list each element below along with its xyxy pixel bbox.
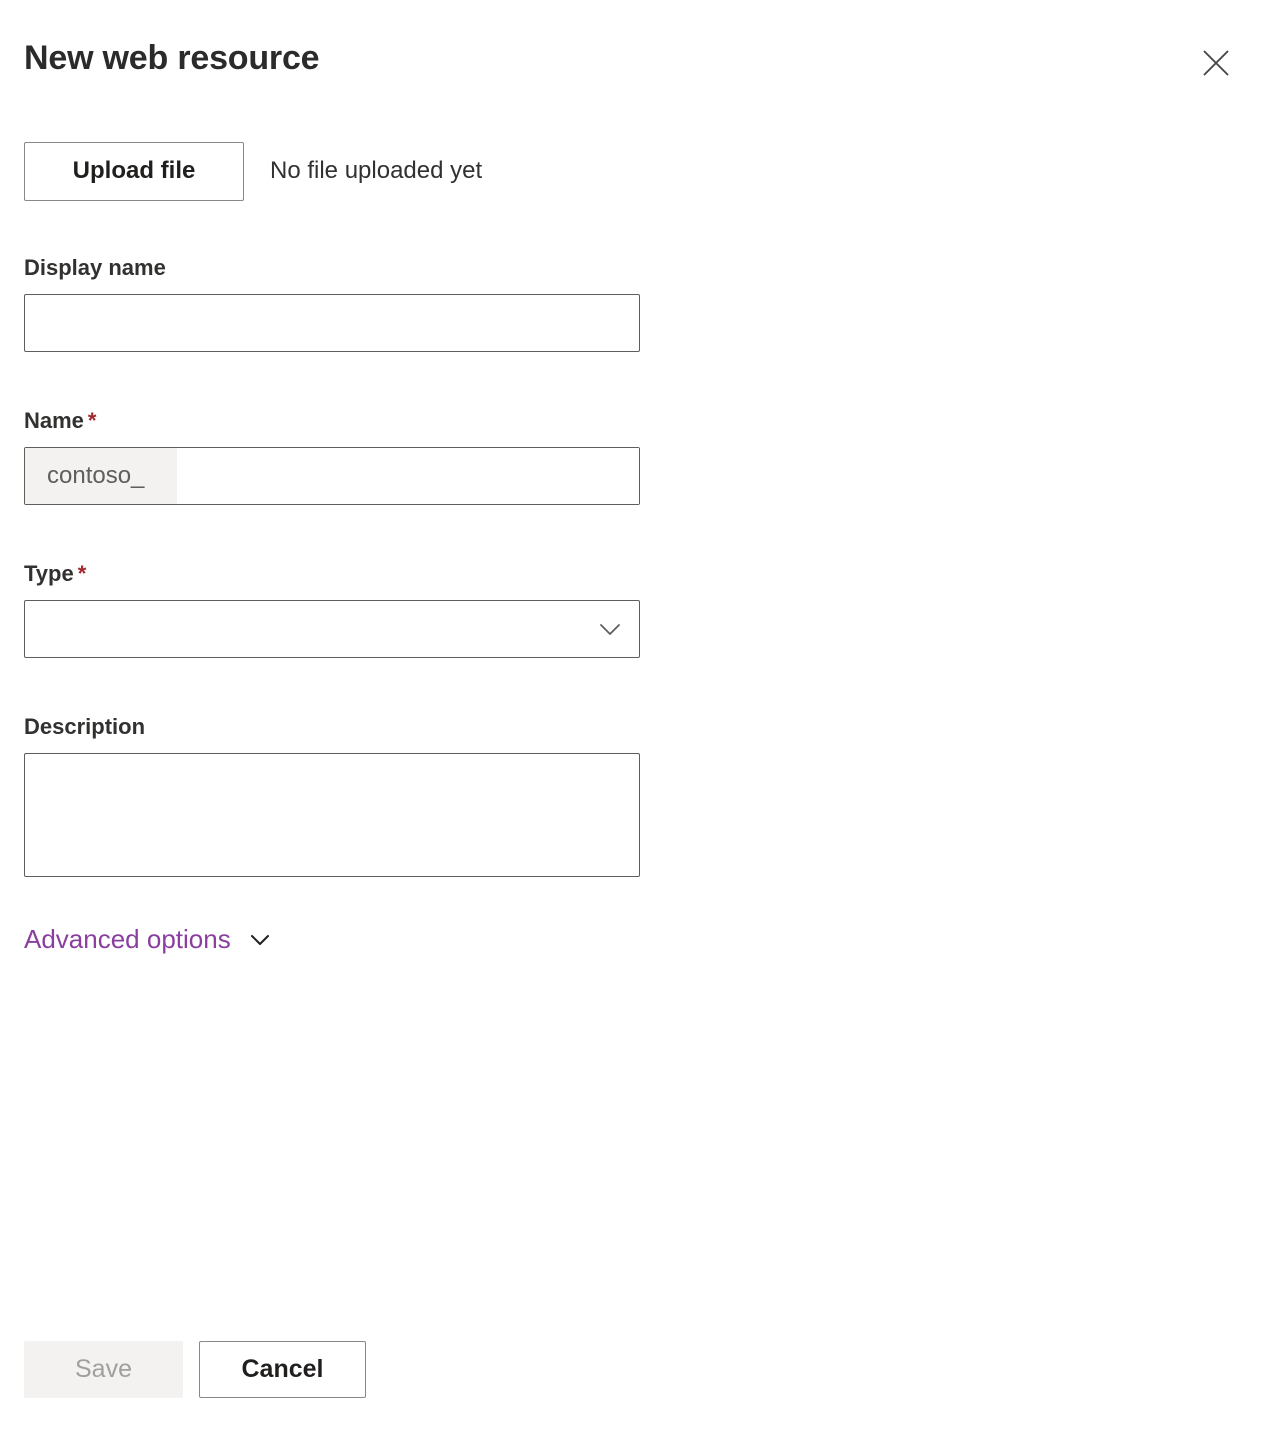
field-type: Type * xyxy=(24,560,640,658)
chevron-down-icon xyxy=(247,926,273,952)
upload-file-button[interactable]: Upload file xyxy=(24,141,244,201)
panel-header: New web resource xyxy=(0,0,1270,120)
field-name: Name * contoso_ xyxy=(24,407,640,505)
advanced-options-label: Advanced options xyxy=(24,924,231,954)
name-input-group: contoso_ xyxy=(24,447,640,505)
close-button[interactable] xyxy=(1192,39,1240,87)
upload-status-text: No file uploaded yet xyxy=(270,157,483,184)
page-title: New web resource xyxy=(24,39,320,77)
name-label: Name * xyxy=(24,407,640,435)
display-name-label: Display name xyxy=(24,255,166,280)
type-dropdown[interactable] xyxy=(24,600,640,658)
name-prefix-label: contoso_ xyxy=(25,448,177,504)
advanced-options-toggle[interactable]: Advanced options xyxy=(24,922,273,956)
display-name-input[interactable] xyxy=(24,294,640,352)
description-textarea[interactable] xyxy=(24,753,640,877)
close-icon xyxy=(1201,48,1231,78)
field-description: Description xyxy=(24,713,640,877)
name-required-asterisk: * xyxy=(87,408,97,433)
name-input[interactable] xyxy=(177,448,639,504)
save-button[interactable]: Save xyxy=(24,1341,183,1398)
footer-actions: Save Cancel xyxy=(24,1341,366,1398)
type-label: Type * xyxy=(24,560,640,588)
name-label-text: Name xyxy=(24,408,84,433)
new-web-resource-panel: New web resource Upload file No file upl… xyxy=(0,0,1270,1430)
field-display-name: Display name xyxy=(24,254,640,352)
type-label-text: Type xyxy=(24,561,74,586)
chevron-down-icon xyxy=(597,616,623,642)
upload-row: Upload file No file uploaded yet xyxy=(24,141,482,201)
type-required-asterisk: * xyxy=(77,561,87,586)
description-label: Description xyxy=(24,714,146,739)
cancel-button[interactable]: Cancel xyxy=(199,1341,366,1398)
